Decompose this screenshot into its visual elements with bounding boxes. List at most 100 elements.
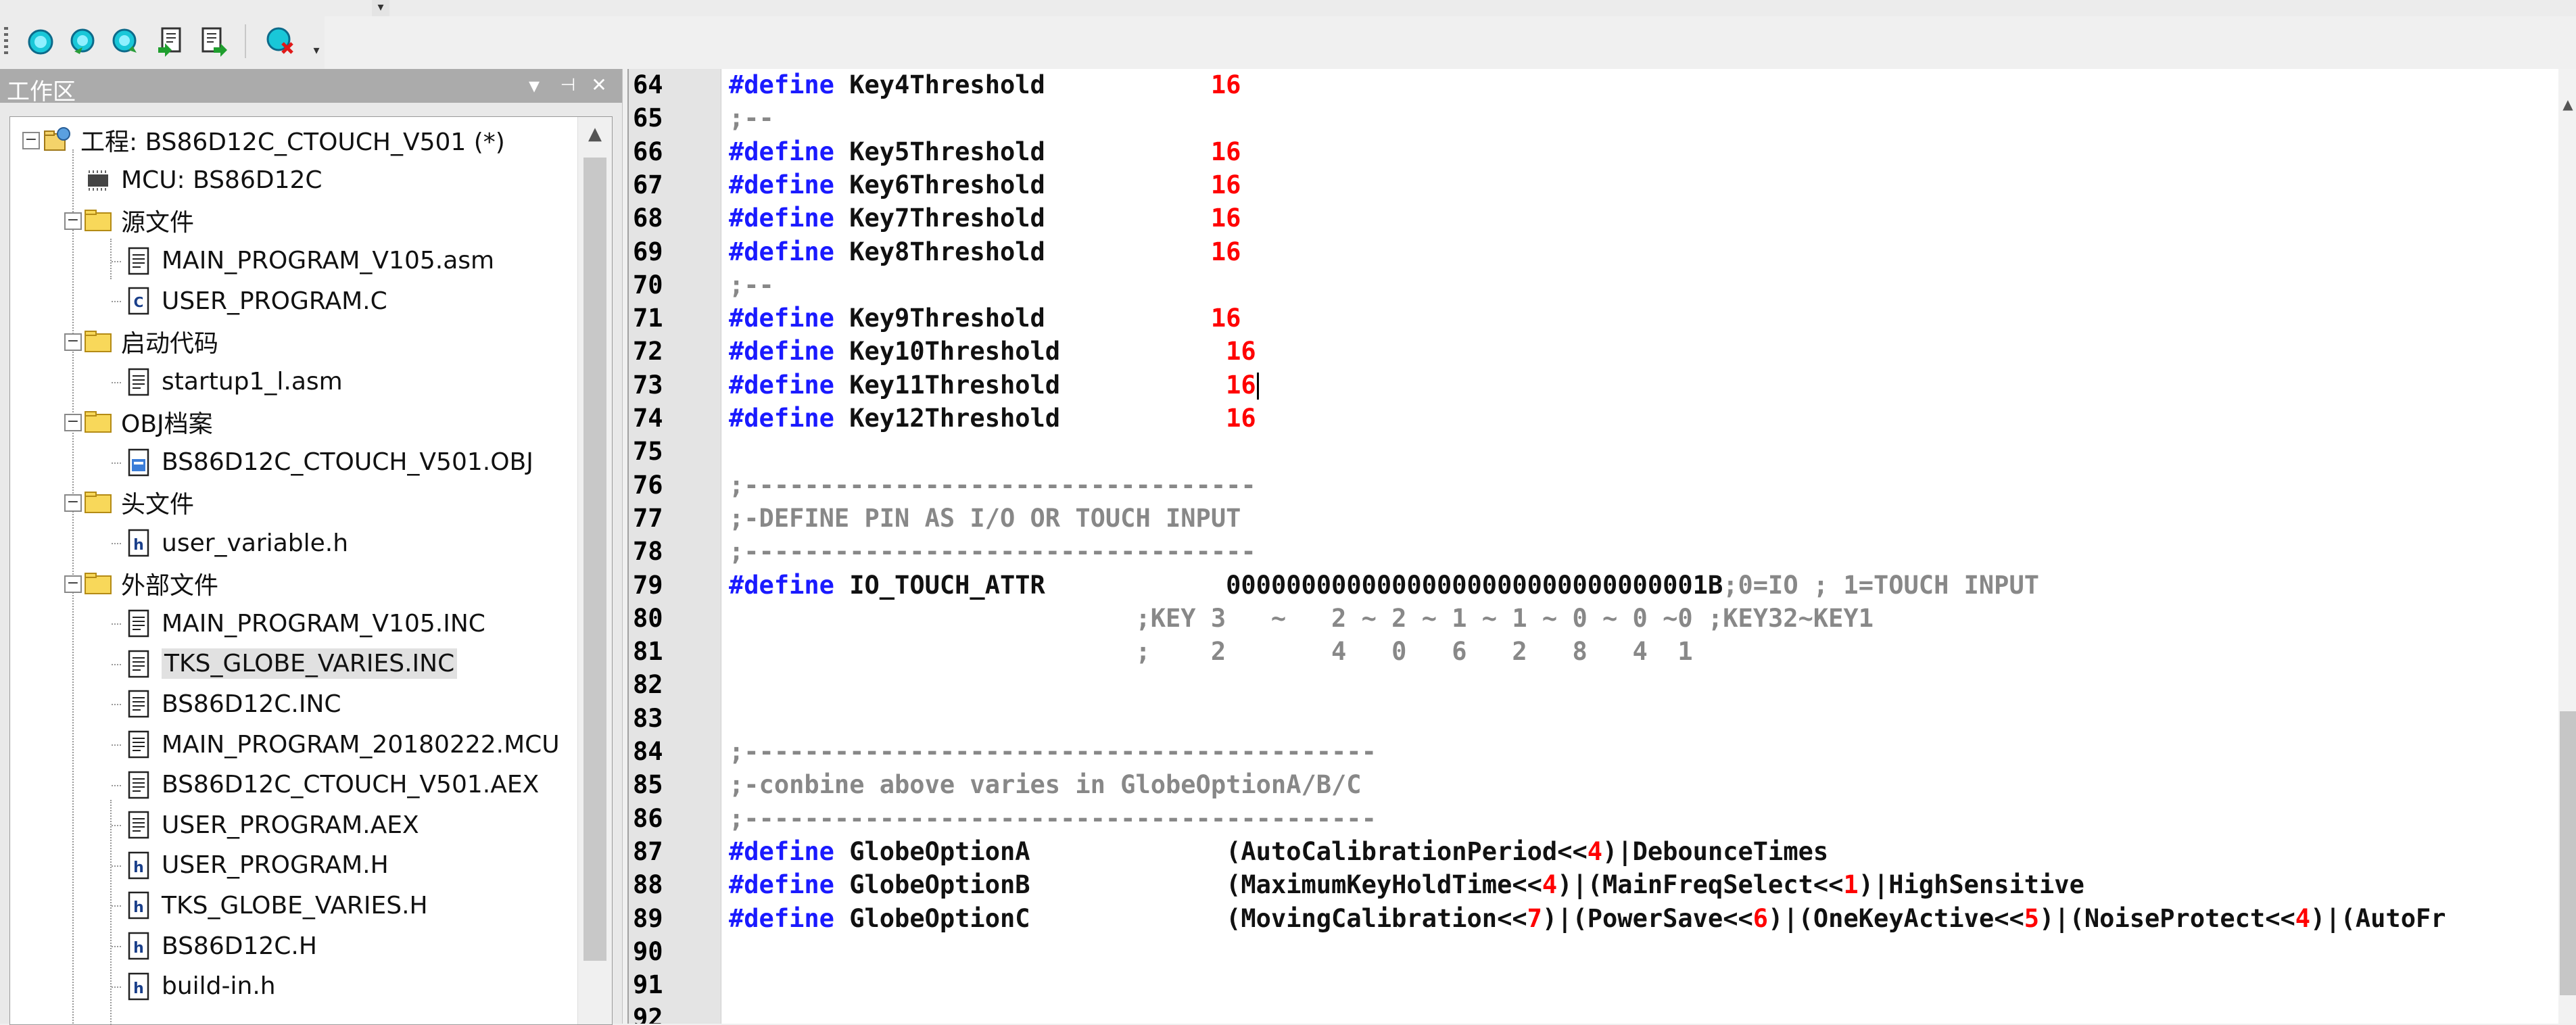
tree-connector	[112, 381, 121, 383]
tree-item[interactable]: h TKS_GLOBE_VARIES.H	[122, 885, 428, 926]
tree-item[interactable]: OBJ档案	[82, 402, 213, 442]
workspace-title: 工作区	[7, 78, 76, 105]
code-text: #define Key5Threshold 16	[729, 136, 1241, 168]
editor-scroll-thumb[interactable]	[2560, 711, 2576, 995]
tree-item-label: startup1_l.asm	[162, 368, 343, 396]
line-number: 72	[633, 337, 663, 366]
close-icon[interactable]: ✕	[586, 72, 613, 99]
tree-item[interactable]: TKS_GLOBE_VARIES.INC	[122, 644, 458, 684]
tree-item[interactable]: MAIN_PROGRAM_20180222.MCU	[122, 724, 560, 765]
tree-item[interactable]: USER_PROGRAM.AEX	[122, 805, 419, 845]
tree-collapse-icon[interactable]: −	[64, 414, 82, 432]
tree-item[interactable]: 源文件	[82, 200, 194, 241]
tree-item[interactable]: startup1_l.asm	[122, 362, 343, 402]
line-number: 83	[633, 703, 663, 733]
identifier: Key10Threshold	[834, 337, 1061, 366]
tree-collapse-icon[interactable]: −	[64, 333, 82, 351]
scroll-up-arrow-icon[interactable]: ▲	[578, 117, 612, 151]
file-icon	[122, 245, 155, 277]
tree-collapse-icon[interactable]: −	[22, 132, 40, 149]
tree-item[interactable]: BS86D12C_CTOUCH_V501.AEX	[122, 765, 539, 805]
comment: ;----------------------------------	[729, 470, 1256, 500]
line-number: 92	[633, 1003, 663, 1024]
tree-connector	[112, 301, 121, 303]
folder-icon	[82, 204, 114, 237]
editor-scroll-up-arrow-icon[interactable]: ▲	[2558, 96, 2576, 123]
rebuild-all-icon[interactable]	[66, 23, 101, 58]
emulator-stop-icon[interactable]	[262, 23, 297, 58]
svg-text:C: C	[134, 294, 144, 310]
tree-item[interactable]: h user_variable.h	[122, 523, 348, 563]
tree-collapse-icon[interactable]: −	[64, 212, 82, 231]
tree-scrollbar[interactable]: ▲	[577, 117, 612, 1024]
identifier: Key5Threshold	[834, 137, 1045, 166]
comment: ;KEY 3 ~ 2 ~ 2 ~ 1 ~ 1 ~ 0 ~ 0 ~0 ;KEY32…	[729, 603, 1874, 633]
tree-collapse-icon[interactable]: −	[64, 575, 82, 593]
editor-scrollbar[interactable]: ▲	[2558, 69, 2576, 1024]
toolbar-grip[interactable]	[4, 27, 8, 57]
line-number: 66	[633, 137, 663, 166]
tree-item-label: 头文件	[121, 491, 195, 519]
number-literal: 7	[1527, 903, 1542, 933]
svg-text:h: h	[133, 899, 144, 916]
tree-scroll-thumb[interactable]	[583, 158, 606, 961]
panel-menu-chevron-icon[interactable]: ▾	[521, 72, 548, 99]
download-icon[interactable]	[154, 23, 189, 58]
tree-item[interactable]: BS86D12C_CTOUCH_V501.OBJ	[122, 442, 533, 483]
tree-item[interactable]: MAIN_PROGRAM_V105.asm	[122, 241, 494, 281]
tree-item-label: build-in.h	[162, 972, 276, 1001]
tree-item[interactable]: BS86D12C.INC	[122, 684, 341, 724]
pin-icon[interactable]: ⊣	[554, 72, 581, 99]
line-number: 85	[633, 770, 663, 800]
export-icon[interactable]	[196, 23, 231, 58]
build-icon[interactable]	[23, 23, 58, 58]
tree-item[interactable]: MCU: BS86D12C	[82, 160, 323, 201]
number-literal: 16	[1226, 404, 1256, 433]
number-literal: 1	[1843, 870, 1859, 900]
tree-collapse-icon[interactable]: −	[64, 494, 82, 512]
tree-connector	[112, 986, 121, 988]
code-text: #define Key9Threshold 16	[729, 302, 1241, 335]
keyword-define: #define	[729, 570, 834, 600]
number-literal: 16	[1210, 137, 1241, 166]
tree-connector	[112, 260, 121, 262]
code-text: ;---------------------------------------…	[729, 803, 1377, 835]
number-literal: 16	[1210, 70, 1241, 99]
tree-item[interactable]: h BS86D12C.H	[122, 926, 317, 966]
tree-item[interactable]: 启动代码	[82, 321, 218, 362]
code-text: #define Key8Threshold 16	[729, 236, 1241, 268]
top-toolbar-strip: ▾	[0, 0, 2576, 16]
identifier: Key12Threshold	[834, 404, 1061, 433]
toolbar-chevron-down-icon[interactable]: ▾	[308, 43, 325, 68]
tree-connector	[112, 946, 121, 947]
code-editor[interactable]: 64 #define Key4Threshold 16 65 ;-- 66 #define…	[627, 69, 2576, 1024]
tree-item[interactable]: C USER_PROGRAM.C	[122, 281, 387, 321]
comment: ;---------------------------------------…	[729, 737, 1377, 766]
tree-item[interactable]: 外部文件	[82, 563, 218, 604]
tree-connector	[110, 239, 112, 279]
c-file-icon: C	[122, 285, 155, 317]
comment: ;-DEFINE PIN AS I/O OR TOUCH INPUT	[729, 503, 1241, 533]
tree-item-label: 源文件	[121, 209, 195, 237]
identifier: )|(AutoFr	[2310, 903, 2446, 933]
keyword-define: #define	[729, 137, 834, 166]
build-project-icon[interactable]	[108, 23, 143, 58]
file-icon	[122, 607, 155, 640]
toolbar-overflow-button[interactable]: ▾	[372, 0, 389, 16]
keyword-define: #define	[729, 404, 834, 433]
tree-item[interactable]: MAIN_PROGRAM_V105.INC	[122, 603, 485, 644]
code-text: ;-DEFINE PIN AS I/O OR TOUCH INPUT	[729, 502, 1241, 535]
tree-item[interactable]: h USER_PROGRAM.H	[122, 845, 389, 886]
identifier: Key7Threshold	[834, 204, 1045, 233]
comment: ;---------------------------------------…	[729, 803, 1377, 833]
tree-item[interactable]: 头文件	[82, 482, 194, 523]
obj-file-icon	[122, 446, 155, 479]
tree-item[interactable]: 工程: BS86D12C_CTOUCH_V501 (*)	[41, 120, 505, 160]
tree-item[interactable]: h build-in.h	[122, 966, 276, 1007]
identifier: Key6Threshold	[834, 170, 1045, 199]
